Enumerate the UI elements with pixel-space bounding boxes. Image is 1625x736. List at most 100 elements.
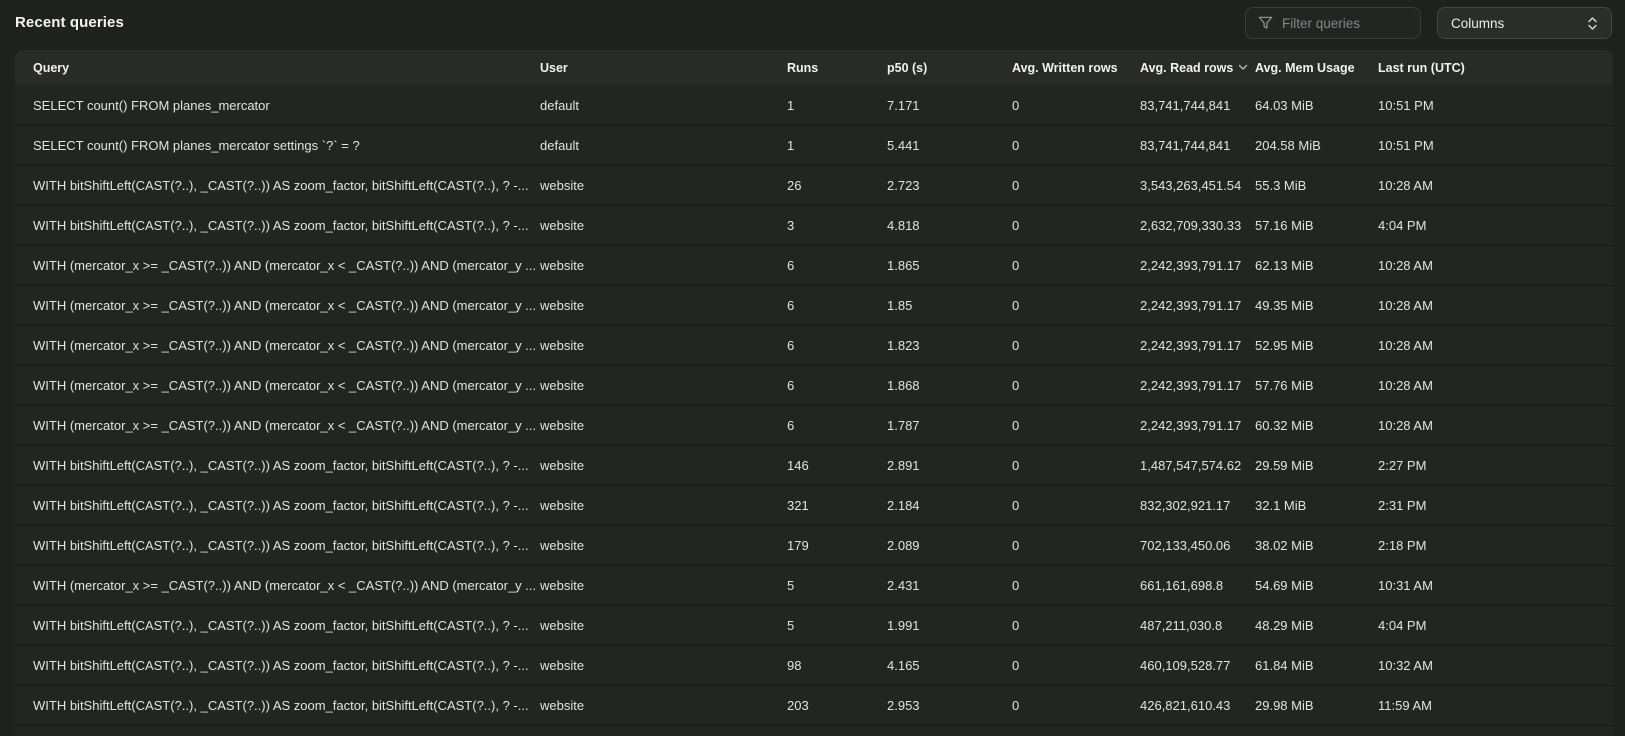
avg-written-rows-cell: 0 <box>1012 378 1140 393</box>
runs-cell: 3 <box>787 218 887 233</box>
query-cell: WITH bitShiftLeft(CAST(?..), _CAST(?..))… <box>33 218 540 233</box>
avg-written-rows-cell: 0 <box>1012 578 1140 593</box>
query-cell: SELECT count() FROM planes_mercator sett… <box>33 138 540 153</box>
avg-read-rows-cell: 2,242,393,791.17 <box>1140 298 1255 313</box>
avg-read-rows-cell: 2,242,393,791.17 <box>1140 378 1255 393</box>
avg-read-rows-cell: 2,632,709,330.33 <box>1140 218 1255 233</box>
table-row[interactable]: WITH bitShiftLeft(CAST(?..), _CAST(?..))… <box>15 205 1613 245</box>
avg-mem-usage-cell: 57.16 MiB <box>1255 218 1378 233</box>
table-row[interactable]: WITH (mercator_x >= _CAST(?..)) AND (mer… <box>15 405 1613 445</box>
avg-read-rows-cell: 661,161,698.8 <box>1140 578 1255 593</box>
avg-written-rows-cell: 0 <box>1012 618 1140 633</box>
avg-written-rows-cell: 0 <box>1012 498 1140 513</box>
avg-written-rows-cell: 0 <box>1012 698 1140 713</box>
columns-dropdown[interactable]: Columns <box>1437 7 1612 39</box>
avg-written-rows-cell: 0 <box>1012 258 1140 273</box>
last-run-cell: 10:28 AM <box>1378 338 1613 353</box>
query-cell: WITH bitShiftLeft(CAST(?..), _CAST(?..))… <box>33 658 540 673</box>
chevron-up-down-icon <box>1587 16 1598 31</box>
user-cell: website <box>540 458 787 473</box>
avg-read-rows-cell: 83,741,744,841 <box>1140 138 1255 153</box>
p50-cell: 1.991 <box>887 618 1012 633</box>
table-row[interactable]: WITH (mercator_x >= _CAST(?..)) AND (mer… <box>15 365 1613 405</box>
runs-cell: 26 <box>787 178 887 193</box>
query-cell: WITH bitShiftLeft(CAST(?..), _CAST(?..))… <box>33 698 540 713</box>
last-run-cell: 4:04 PM <box>1378 218 1613 233</box>
column-header-avg-written-rows[interactable]: Avg. Written rows <box>1012 61 1140 75</box>
table-row[interactable]: WITH bitShiftLeft(CAST(?..), _CAST(?..))… <box>15 165 1613 205</box>
column-header-runs[interactable]: Runs <box>787 61 887 75</box>
avg-written-rows-cell: 0 <box>1012 538 1140 553</box>
user-cell: website <box>540 178 787 193</box>
user-cell: website <box>540 658 787 673</box>
user-cell: default <box>540 98 787 113</box>
query-cell: WITH bitShiftLeft(CAST(?..), _CAST(?..))… <box>33 618 540 633</box>
last-run-cell: 10:51 PM <box>1378 138 1613 153</box>
avg-mem-usage-cell: 61.84 MiB <box>1255 658 1378 673</box>
table-row[interactable]: SELECT count() FROM planes_mercator sett… <box>15 125 1613 165</box>
user-cell: website <box>540 218 787 233</box>
last-run-cell: 2:27 PM <box>1378 458 1613 473</box>
table-row[interactable]: WITH (mercator_x >= _CAST(?..)) AND (mer… <box>15 325 1613 365</box>
user-cell: website <box>540 298 787 313</box>
table-row[interactable]: WITH bitShiftLeft(CAST(?..), _CAST(?..))… <box>15 645 1613 685</box>
last-run-cell: 10:28 AM <box>1378 378 1613 393</box>
table-row[interactable]: WITH bitShiftLeft(CAST(?..), _CAST(?..))… <box>15 525 1613 565</box>
avg-mem-usage-cell: 38.02 MiB <box>1255 538 1378 553</box>
page-title: Recent queries <box>15 14 124 31</box>
column-header-avg-read-rows[interactable]: Avg. Read rows <box>1140 61 1255 75</box>
column-header-label: Avg. Read rows <box>1140 61 1233 75</box>
p50-cell: 5.441 <box>887 138 1012 153</box>
p50-cell: 4.165 <box>887 658 1012 673</box>
column-header-query[interactable]: Query <box>33 61 540 75</box>
last-run-cell: 10:32 AM <box>1378 658 1613 673</box>
column-header-user[interactable]: User <box>540 61 787 75</box>
table-row[interactable]: SELECT count() FROM planes_mercatordefau… <box>15 85 1613 125</box>
avg-mem-usage-cell: 52.95 MiB <box>1255 338 1378 353</box>
recent-queries-table: QueryUserRunsp50 (s)Avg. Written rowsAvg… <box>15 50 1613 736</box>
table-row[interactable]: WITH bitShiftLeft(CAST(?..), _CAST(?..))… <box>15 605 1613 645</box>
runs-cell: 203 <box>787 698 887 713</box>
runs-cell: 6 <box>787 258 887 273</box>
table-row[interactable]: WITH bitShiftLeft(CAST(?..), _CAST(?..))… <box>15 485 1613 525</box>
user-cell: website <box>540 378 787 393</box>
runs-cell: 6 <box>787 338 887 353</box>
last-run-cell: 10:31 AM <box>1378 578 1613 593</box>
column-header-p50-s[interactable]: p50 (s) <box>887 61 1012 75</box>
avg-read-rows-cell: 1,487,547,574.62 <box>1140 458 1255 473</box>
avg-written-rows-cell: 0 <box>1012 338 1140 353</box>
p50-cell: 2.184 <box>887 498 1012 513</box>
query-cell: WITH bitShiftLeft(CAST(?..), _CAST(?..))… <box>33 458 540 473</box>
last-run-cell: 10:28 AM <box>1378 418 1613 433</box>
sort-descending-chevron-icon <box>1238 64 1248 71</box>
runs-cell: 5 <box>787 578 887 593</box>
user-cell: website <box>540 418 787 433</box>
p50-cell: 4.818 <box>887 218 1012 233</box>
table-row-partial[interactable] <box>15 725 1613 736</box>
columns-dropdown-label: Columns <box>1451 16 1504 31</box>
query-cell: WITH bitShiftLeft(CAST(?..), _CAST(?..))… <box>33 498 540 513</box>
avg-mem-usage-cell: 57.76 MiB <box>1255 378 1378 393</box>
filter-queries-input[interactable] <box>1282 16 1408 31</box>
table-row[interactable]: WITH bitShiftLeft(CAST(?..), _CAST(?..))… <box>15 685 1613 725</box>
user-cell: default <box>540 138 787 153</box>
table-row[interactable]: WITH (mercator_x >= _CAST(?..)) AND (mer… <box>15 285 1613 325</box>
filter-queries-input-box[interactable] <box>1245 7 1421 39</box>
column-header-label: Last run (UTC) <box>1378 61 1465 75</box>
last-run-cell: 10:28 AM <box>1378 178 1613 193</box>
query-cell: WITH bitShiftLeft(CAST(?..), _CAST(?..))… <box>33 538 540 553</box>
column-header-last-run-utc[interactable]: Last run (UTC) <box>1378 61 1613 75</box>
user-cell: website <box>540 538 787 553</box>
table-row[interactable]: WITH bitShiftLeft(CAST(?..), _CAST(?..))… <box>15 445 1613 485</box>
table-row[interactable]: WITH (mercator_x >= _CAST(?..)) AND (mer… <box>15 245 1613 285</box>
query-cell: SELECT count() FROM planes_mercator <box>33 98 540 113</box>
column-header-label: User <box>540 61 568 75</box>
avg-written-rows-cell: 0 <box>1012 138 1140 153</box>
p50-cell: 1.85 <box>887 298 1012 313</box>
runs-cell: 6 <box>787 298 887 313</box>
table-row[interactable]: WITH (mercator_x >= _CAST(?..)) AND (mer… <box>15 565 1613 605</box>
last-run-cell: 10:28 AM <box>1378 258 1613 273</box>
last-run-cell: 10:28 AM <box>1378 298 1613 313</box>
column-header-avg-mem-usage[interactable]: Avg. Mem Usage <box>1255 61 1378 75</box>
last-run-cell: 2:31 PM <box>1378 498 1613 513</box>
